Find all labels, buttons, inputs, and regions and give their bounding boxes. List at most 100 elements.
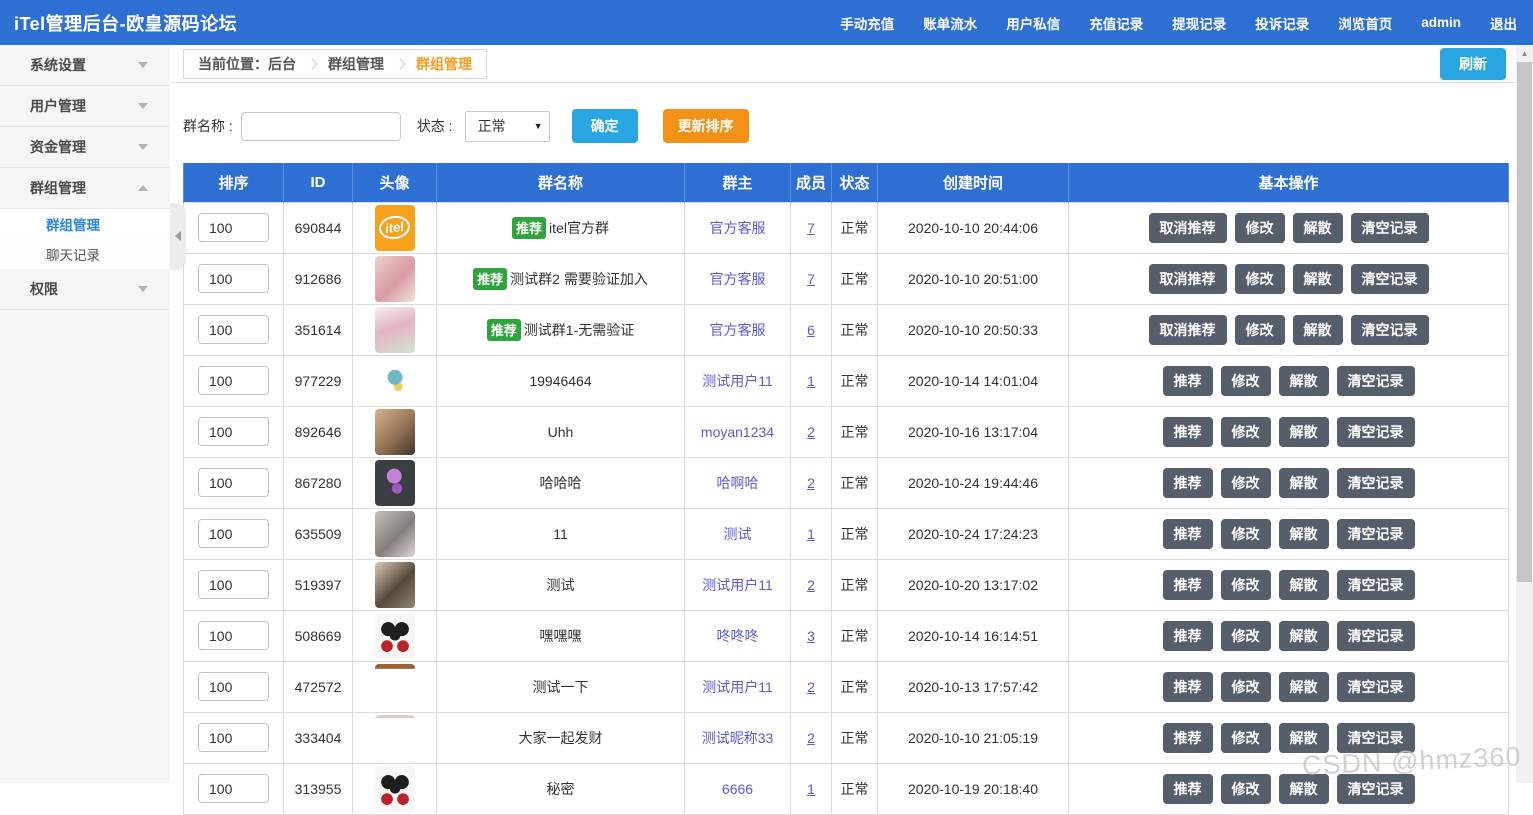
sort-input[interactable] bbox=[198, 723, 269, 752]
recommend-button[interactable]: 推荐 bbox=[1163, 774, 1213, 804]
clear-records-button[interactable]: 清空记录 bbox=[1337, 672, 1415, 702]
sort-input[interactable] bbox=[198, 315, 269, 344]
clear-records-button[interactable]: 清空记录 bbox=[1351, 213, 1429, 243]
edit-button[interactable]: 修改 bbox=[1221, 366, 1271, 396]
dissolve-button[interactable]: 解散 bbox=[1279, 366, 1329, 396]
owner-link[interactable]: 测试用户11 bbox=[702, 679, 773, 695]
edit-button[interactable]: 修改 bbox=[1235, 213, 1285, 243]
owner-link[interactable]: 测试昵称33 bbox=[702, 730, 774, 746]
owner-link[interactable]: 官方客服 bbox=[710, 220, 766, 236]
sidebar-item-5[interactable]: 权限 bbox=[0, 269, 170, 310]
members-link[interactable]: 2 bbox=[807, 424, 815, 440]
sort-input[interactable] bbox=[198, 774, 269, 803]
sidebar-item-3[interactable]: 资金管理 bbox=[0, 127, 170, 168]
members-link[interactable]: 1 bbox=[807, 373, 815, 389]
recommend-button[interactable]: 推荐 bbox=[1163, 570, 1213, 600]
dissolve-button[interactable]: 解散 bbox=[1279, 570, 1329, 600]
dissolve-button[interactable]: 解散 bbox=[1279, 468, 1329, 498]
clear-records-button[interactable]: 清空记录 bbox=[1337, 468, 1415, 498]
dissolve-button[interactable]: 解散 bbox=[1279, 621, 1329, 651]
sidebar-collapse-handle[interactable] bbox=[170, 203, 185, 269]
scrollbar-thumb[interactable] bbox=[1517, 62, 1532, 582]
edit-button[interactable]: 修改 bbox=[1221, 723, 1271, 753]
edit-button[interactable]: 修改 bbox=[1221, 417, 1271, 447]
owner-link[interactable]: 测试用户11 bbox=[702, 373, 773, 389]
sidebar-item-2[interactable]: 用户管理 bbox=[0, 86, 170, 127]
sort-input[interactable] bbox=[198, 672, 269, 701]
clear-records-button[interactable]: 清空记录 bbox=[1351, 264, 1429, 294]
members-link[interactable]: 2 bbox=[807, 475, 815, 491]
sidebar-subitem-2[interactable]: 聊天记录 bbox=[0, 239, 170, 269]
members-link[interactable]: 6 bbox=[807, 322, 815, 338]
dissolve-button[interactable]: 解散 bbox=[1279, 723, 1329, 753]
confirm-button[interactable]: 确定 bbox=[572, 109, 638, 143]
recommend-button[interactable]: 推荐 bbox=[1163, 621, 1213, 651]
cancel-recommend-button[interactable]: 取消推荐 bbox=[1149, 264, 1227, 294]
recommend-button[interactable]: 推荐 bbox=[1163, 519, 1213, 549]
edit-button[interactable]: 修改 bbox=[1221, 621, 1271, 651]
clear-records-button[interactable]: 清空记录 bbox=[1337, 519, 1415, 549]
sidebar-subitem-1[interactable]: 群组管理 bbox=[0, 209, 170, 239]
topbar-link-7[interactable]: 浏览首页 bbox=[1338, 13, 1392, 33]
update-sort-button[interactable]: 更新排序 bbox=[663, 109, 749, 143]
sort-input[interactable] bbox=[198, 621, 269, 650]
clear-records-button[interactable]: 清空记录 bbox=[1351, 315, 1429, 345]
edit-button[interactable]: 修改 bbox=[1221, 672, 1271, 702]
members-link[interactable]: 7 bbox=[807, 271, 815, 287]
sort-input[interactable] bbox=[198, 264, 269, 293]
recommend-button[interactable]: 推荐 bbox=[1163, 468, 1213, 498]
topbar-link-5[interactable]: 提现记录 bbox=[1172, 13, 1226, 33]
sort-input[interactable] bbox=[198, 417, 269, 446]
owner-link[interactable]: 测试用户11 bbox=[702, 577, 773, 593]
clear-records-button[interactable]: 清空记录 bbox=[1337, 417, 1415, 447]
recommend-button[interactable]: 推荐 bbox=[1163, 672, 1213, 702]
group-name-input[interactable] bbox=[241, 112, 401, 141]
owner-link[interactable]: moyan1234 bbox=[701, 424, 774, 440]
dissolve-button[interactable]: 解散 bbox=[1279, 417, 1329, 447]
recommend-button[interactable]: 推荐 bbox=[1163, 723, 1213, 753]
members-link[interactable]: 3 bbox=[807, 628, 815, 644]
members-link[interactable]: 2 bbox=[807, 679, 815, 695]
status-select[interactable]: 正常 ▼ bbox=[465, 111, 550, 142]
dissolve-button[interactable]: 解散 bbox=[1279, 774, 1329, 804]
sort-input[interactable] bbox=[198, 366, 269, 395]
cancel-recommend-button[interactable]: 取消推荐 bbox=[1149, 315, 1227, 345]
topbar-link-4[interactable]: 充值记录 bbox=[1089, 13, 1143, 33]
owner-link[interactable]: 咚咚咚 bbox=[717, 628, 759, 644]
sort-input[interactable] bbox=[198, 570, 269, 599]
clear-records-button[interactable]: 清空记录 bbox=[1337, 621, 1415, 651]
sort-input[interactable] bbox=[198, 213, 269, 242]
sort-input[interactable] bbox=[198, 519, 269, 548]
recommend-button[interactable]: 推荐 bbox=[1163, 366, 1213, 396]
dissolve-button[interactable]: 解散 bbox=[1293, 213, 1343, 243]
edit-button[interactable]: 修改 bbox=[1221, 468, 1271, 498]
owner-link[interactable]: 官方客服 bbox=[710, 271, 766, 287]
topbar-link-3[interactable]: 用户私信 bbox=[1006, 13, 1060, 33]
members-link[interactable]: 1 bbox=[807, 526, 815, 542]
vertical-scrollbar[interactable]: ▲ bbox=[1516, 45, 1533, 783]
recommend-button[interactable]: 推荐 bbox=[1163, 417, 1213, 447]
refresh-button[interactable]: 刷新 bbox=[1440, 48, 1506, 80]
dissolve-button[interactable]: 解散 bbox=[1279, 519, 1329, 549]
dissolve-button[interactable]: 解散 bbox=[1293, 315, 1343, 345]
dissolve-button[interactable]: 解散 bbox=[1279, 672, 1329, 702]
owner-link[interactable]: 官方客服 bbox=[710, 322, 766, 338]
clear-records-button[interactable]: 清空记录 bbox=[1337, 366, 1415, 396]
clear-records-button[interactable]: 清空记录 bbox=[1337, 723, 1415, 753]
edit-button[interactable]: 修改 bbox=[1221, 570, 1271, 600]
topbar-link-6[interactable]: 投诉记录 bbox=[1255, 13, 1309, 33]
topbar-link-1[interactable]: 手动充值 bbox=[840, 13, 894, 33]
sidebar-item-4[interactable]: 群组管理 bbox=[0, 168, 170, 209]
scroll-up-icon[interactable]: ▲ bbox=[1516, 45, 1533, 61]
topbar-link-2[interactable]: 账单流水 bbox=[923, 13, 977, 33]
dissolve-button[interactable]: 解散 bbox=[1293, 264, 1343, 294]
edit-button[interactable]: 修改 bbox=[1235, 264, 1285, 294]
owner-link[interactable]: 哈啊哈 bbox=[717, 475, 759, 491]
cancel-recommend-button[interactable]: 取消推荐 bbox=[1149, 213, 1227, 243]
members-link[interactable]: 7 bbox=[807, 220, 815, 236]
edit-button[interactable]: 修改 bbox=[1235, 315, 1285, 345]
breadcrumb-item-2[interactable]: 群组管理 bbox=[416, 54, 472, 74]
edit-button[interactable]: 修改 bbox=[1221, 774, 1271, 804]
owner-link[interactable]: 测试 bbox=[724, 526, 752, 542]
topbar-link-9[interactable]: 退出 bbox=[1490, 13, 1517, 33]
